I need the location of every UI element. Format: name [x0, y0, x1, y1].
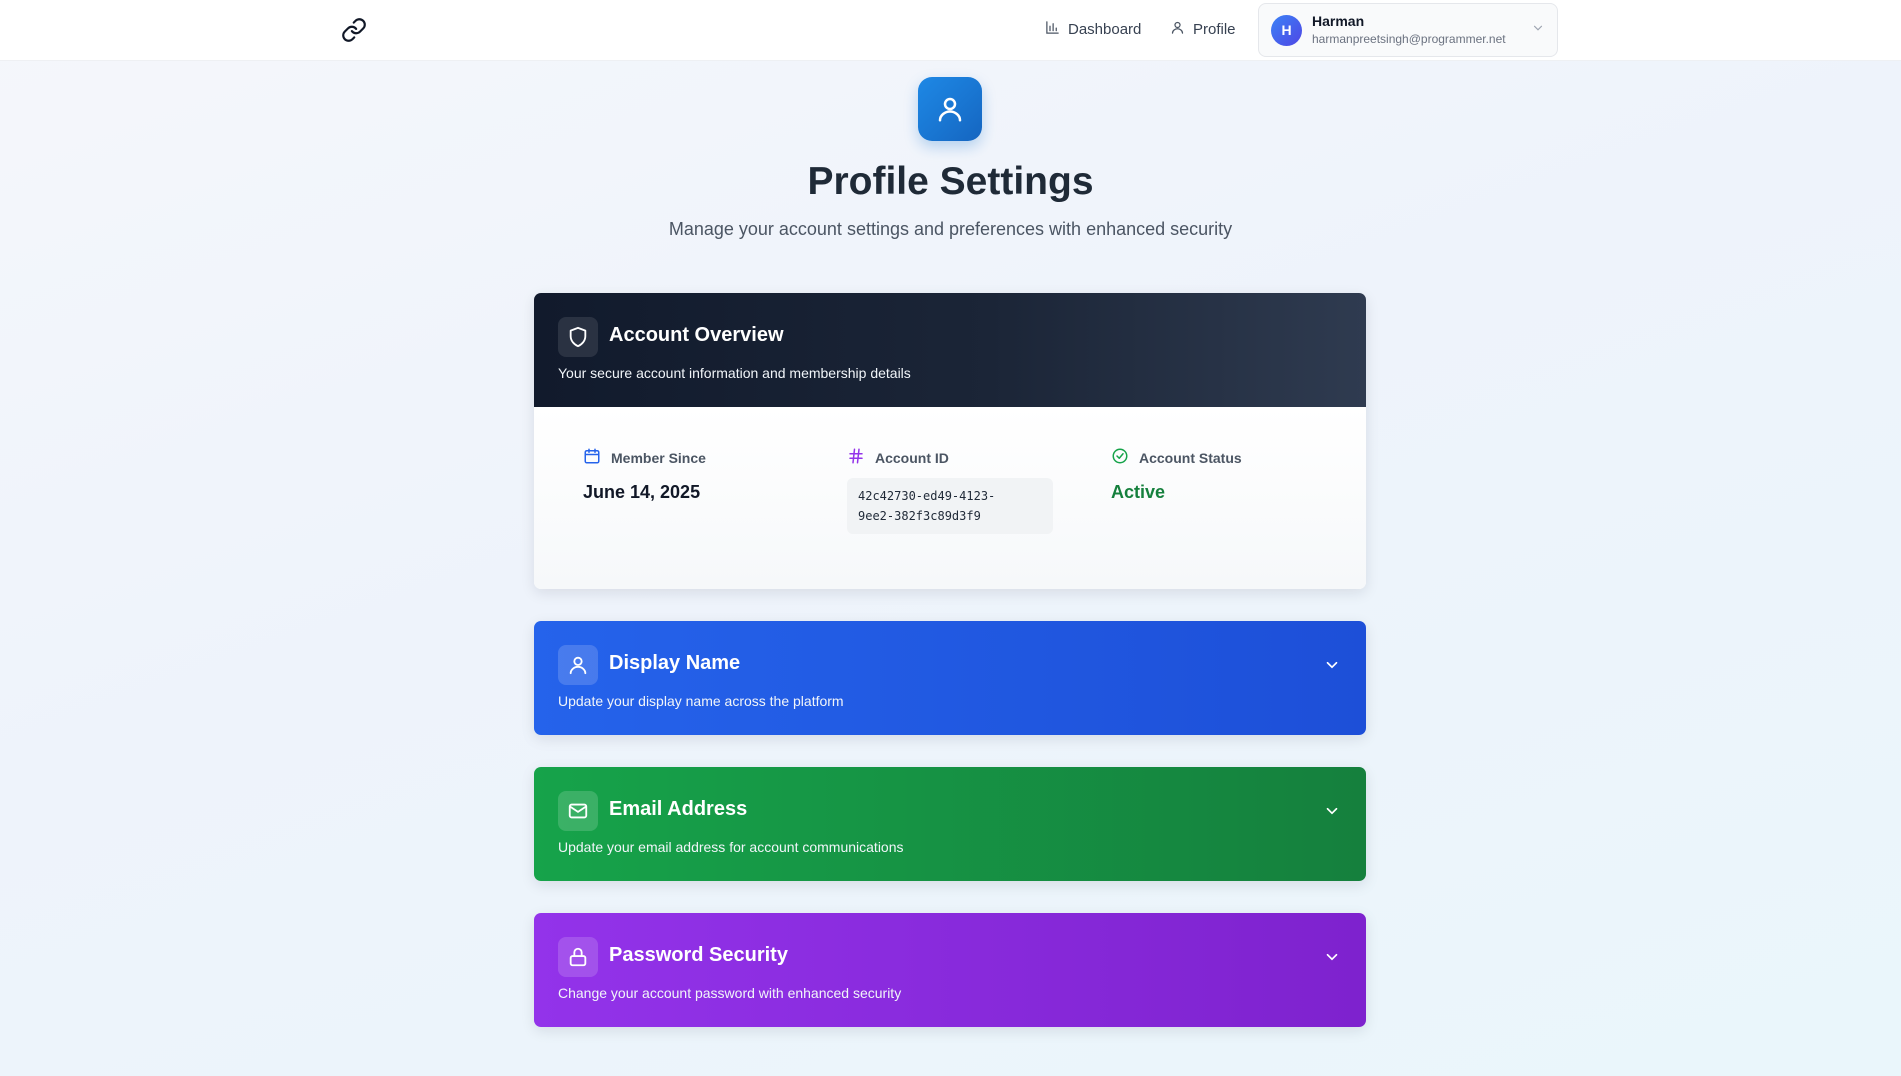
- account-id-field: Account ID 42c42730-ed49-4123- 9ee2-382f…: [847, 447, 1053, 534]
- email-address-section[interactable]: Email Address Update your email address …: [534, 767, 1366, 881]
- nav-dashboard-label: Dashboard: [1068, 20, 1142, 38]
- page-subtitle: Manage your account settings and prefere…: [668, 219, 1233, 239]
- check-circle-icon: [1111, 447, 1129, 468]
- account-overview-card: Account Overview Your secure account inf…: [534, 293, 1366, 589]
- account-status-field: Account Status Active: [1111, 447, 1242, 503]
- email-address-subtitle: Update your email address for account co…: [558, 839, 904, 855]
- user-email: harmanpreetsingh@programmer.net: [1312, 32, 1506, 47]
- chevron-down-icon: [1531, 21, 1545, 40]
- link-icon[interactable]: [340, 16, 368, 44]
- page-title: Profile Settings: [807, 160, 1094, 203]
- user-icon: [918, 77, 982, 141]
- nav-profile-label: Profile: [1193, 20, 1236, 38]
- status-badge: Active: [1111, 482, 1166, 502]
- account-id-value-line2: 9ee2-382f3c89d3f9: [858, 509, 981, 523]
- nav-profile-link[interactable]: Profile: [1170, 18, 1236, 40]
- hash-icon: [847, 447, 865, 468]
- account-overview-header: Account Overview Your secure account inf…: [534, 293, 1366, 407]
- user-icon: [558, 645, 598, 685]
- display-name-title: Display Name: [609, 652, 741, 674]
- account-status-label: Account Status: [1139, 449, 1242, 466]
- password-security-subtitle: Change your account password with enhanc…: [558, 985, 902, 1001]
- mail-icon: [558, 791, 598, 831]
- lock-icon: [558, 937, 598, 977]
- account-id-value-line1: 42c42730-ed49-4123-: [858, 489, 996, 503]
- password-security-title: Password Security: [609, 944, 788, 966]
- display-name-section[interactable]: Display Name Update your display name ac…: [534, 621, 1366, 735]
- nav-dashboard-link[interactable]: Dashboard: [1045, 18, 1141, 40]
- chevron-down-icon[interactable]: [1322, 947, 1342, 967]
- user-menu-button[interactable]: H Harman harmanpreetsingh@programmer.net: [1258, 3, 1558, 57]
- email-address-header[interactable]: Email Address Update your email address …: [534, 767, 1366, 881]
- member-since-field: Member Since June 14, 2025: [583, 447, 706, 503]
- account-id-label: Account ID: [875, 449, 949, 466]
- chevron-down-icon[interactable]: [1322, 801, 1342, 821]
- shield-icon: [558, 317, 598, 357]
- avatar: H: [1271, 14, 1302, 46]
- display-name-header[interactable]: Display Name Update your display name ac…: [534, 621, 1366, 735]
- email-address-title: Email Address: [609, 798, 748, 820]
- bar-chart-icon: [1045, 20, 1060, 39]
- member-since-label: Member Since: [611, 449, 706, 466]
- password-security-section[interactable]: Password Security Change your account pa…: [534, 913, 1366, 1027]
- account-overview-title: Account Overview: [609, 324, 784, 346]
- account-id-value[interactable]: 42c42730-ed49-4123- 9ee2-382f3c89d3f9: [847, 478, 1053, 534]
- account-overview-body: Member Since June 14, 2025 Account ID 42…: [534, 407, 1366, 589]
- user-name: Harman: [1312, 13, 1365, 30]
- member-since-value: June 14, 2025: [583, 482, 701, 502]
- display-name-subtitle: Update your display name across the plat…: [558, 693, 844, 709]
- chevron-down-icon[interactable]: [1322, 655, 1342, 675]
- top-navigation-bar: Dashboard Profile H Harman harmanpreetsi…: [0, 0, 1901, 61]
- user-icon: [1170, 20, 1185, 39]
- account-overview-subtitle: Your secure account information and memb…: [558, 365, 911, 381]
- password-security-header[interactable]: Password Security Change your account pa…: [534, 913, 1366, 1027]
- calendar-icon: [583, 447, 601, 468]
